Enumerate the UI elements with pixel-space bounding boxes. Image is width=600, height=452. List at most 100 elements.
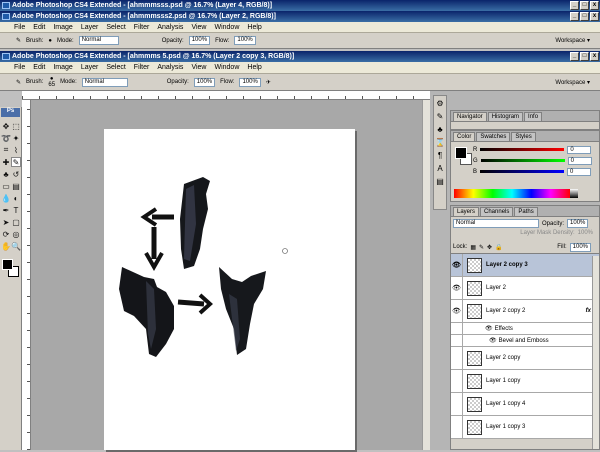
menu-window[interactable]: Window xyxy=(214,64,239,71)
menu-image[interactable]: Image xyxy=(53,24,72,31)
marquee-tool-icon[interactable]: ⬚ xyxy=(11,121,21,131)
tab-histogram[interactable]: Histogram xyxy=(487,112,524,121)
history-panel-icon[interactable]: ⌛ xyxy=(435,138,445,147)
red-slider[interactable] xyxy=(480,148,565,151)
brush-tool-icon[interactable]: ✎ xyxy=(16,37,21,44)
layer-row[interactable]: Layer 2 copy xyxy=(451,346,599,370)
menu-image[interactable]: Image xyxy=(53,64,72,71)
eye-toggle-empty[interactable] xyxy=(451,346,463,370)
menu-filter[interactable]: Filter xyxy=(134,64,150,71)
layer-row[interactable]: Layer 1 copy xyxy=(451,369,599,393)
close-button[interactable]: x xyxy=(590,52,599,61)
layer-row[interactable]: Layer 1 copy 3 xyxy=(451,415,599,439)
menu-analysis[interactable]: Analysis xyxy=(157,24,183,31)
opacity-field[interactable]: 100% xyxy=(193,77,216,87)
lock-transparency-icon[interactable]: ▦ xyxy=(470,244,476,251)
bevel-emboss-row[interactable]: 👁 Bevel and Emboss xyxy=(451,334,599,347)
tab-info[interactable]: Info xyxy=(524,112,543,121)
menu-file[interactable]: File xyxy=(14,64,25,71)
menu-view[interactable]: View xyxy=(191,24,206,31)
path-select-icon[interactable]: ➤ xyxy=(1,217,11,227)
paragraph-icon[interactable]: ¶ xyxy=(438,151,442,160)
dodge-tool-icon[interactable]: ◐ xyxy=(11,193,21,203)
color-panel-foreground[interactable] xyxy=(455,147,467,159)
close-button[interactable]: x xyxy=(590,12,599,21)
eye-icon[interactable]: 👁 xyxy=(451,276,463,300)
character-icon[interactable]: A xyxy=(437,164,442,173)
3d-orbit-icon[interactable]: ◎ xyxy=(11,229,21,239)
effects-eye-icon[interactable]: 👁 xyxy=(485,325,493,332)
opacity-field[interactable]: 100% xyxy=(188,36,211,45)
hand-tool-icon[interactable]: ✋ xyxy=(1,241,11,251)
grayscale-ramp[interactable] xyxy=(570,189,578,198)
layer-row[interactable]: 👁 Layer 2 xyxy=(451,276,599,300)
clone-stamp-icon[interactable]: ♣ xyxy=(1,169,11,179)
close-button[interactable]: x xyxy=(590,1,599,10)
tab-color[interactable]: Color xyxy=(453,132,476,141)
document-scrollbar[interactable] xyxy=(422,100,430,450)
menu-select[interactable]: Select xyxy=(106,64,125,71)
menu-help[interactable]: Help xyxy=(247,64,261,71)
workspace-button[interactable]: Workspace ▾ xyxy=(555,37,590,44)
menu-layer[interactable]: Layer xyxy=(81,64,99,71)
effects-row[interactable]: 👁 Effects xyxy=(451,322,599,335)
menu-edit[interactable]: Edit xyxy=(33,64,45,71)
image-canvas[interactable] xyxy=(104,129,355,450)
lock-position-icon[interactable]: ✥ xyxy=(487,244,492,251)
tab-styles[interactable]: Styles xyxy=(511,132,536,141)
menu-analysis[interactable]: Analysis xyxy=(157,64,183,71)
brush-preset-icon[interactable]: ● xyxy=(48,38,52,44)
fx-icon[interactable]: fx xyxy=(586,308,591,314)
brush-tool-icon[interactable]: ✎ xyxy=(16,79,21,86)
color-spectrum-ramp[interactable] xyxy=(454,189,570,198)
menu-select[interactable]: Select xyxy=(106,24,125,31)
layers-scrollbar[interactable] xyxy=(592,256,599,449)
flow-field[interactable]: 100% xyxy=(234,36,256,45)
mode-select[interactable]: Normal xyxy=(81,77,128,87)
green-value-field[interactable]: 0 xyxy=(567,156,592,165)
move-tool-icon[interactable]: ✥ xyxy=(1,121,11,131)
layer-opacity-field[interactable]: 100% xyxy=(567,219,589,228)
clone-source-icon[interactable]: ♣ xyxy=(437,125,442,134)
eraser-tool-icon[interactable]: ▭ xyxy=(1,181,11,191)
3d-rotate-icon[interactable]: ⟳ xyxy=(1,229,11,239)
brush-preset-picker[interactable]: ● 65 xyxy=(48,76,55,88)
eye-toggle-empty[interactable] xyxy=(451,369,463,393)
blue-value-field[interactable]: 0 xyxy=(567,167,592,176)
red-value-field[interactable]: 0 xyxy=(567,145,592,154)
eye-toggle-empty[interactable] xyxy=(451,392,463,416)
brush-tool-icon[interactable]: ✎ xyxy=(11,157,21,167)
menu-file[interactable]: File xyxy=(14,24,25,31)
eye-icon[interactable]: 👁 xyxy=(451,253,463,277)
foreground-color[interactable] xyxy=(2,259,13,270)
tab-navigator[interactable]: Navigator xyxy=(453,112,487,121)
minimize-button[interactable]: _ xyxy=(570,12,579,21)
lasso-tool-icon[interactable]: ➰ xyxy=(1,133,11,143)
tab-layers[interactable]: Layers xyxy=(453,207,480,216)
maximize-button[interactable]: □ xyxy=(580,52,589,61)
blue-slider[interactable] xyxy=(480,170,565,173)
minimize-button[interactable]: _ xyxy=(570,52,579,61)
type-tool-icon[interactable]: T xyxy=(11,205,21,215)
eye-icon[interactable]: 👁 xyxy=(451,299,463,323)
bevel-eye-icon[interactable]: 👁 xyxy=(489,337,497,344)
layer-comps-icon[interactable]: ▤ xyxy=(436,177,444,186)
lock-all-icon[interactable]: 🔒 xyxy=(495,244,502,251)
maximize-button[interactable]: □ xyxy=(580,12,589,21)
eyedropper-icon[interactable]: ⌇ xyxy=(11,145,21,155)
layer-row[interactable]: 👁 Layer 2 copy 2 fx xyxy=(451,299,599,323)
airbrush-icon[interactable]: ✈ xyxy=(266,79,271,86)
menu-filter[interactable]: Filter xyxy=(134,24,150,31)
workspace-button[interactable]: Workspace ▾ xyxy=(555,79,590,86)
menu-edit[interactable]: Edit xyxy=(33,24,45,31)
magic-wand-icon[interactable]: ✦ xyxy=(11,133,21,143)
menu-help[interactable]: Help xyxy=(247,24,261,31)
fill-field[interactable]: 100% xyxy=(569,242,591,252)
flow-field[interactable]: 100% xyxy=(239,77,261,87)
lock-pixels-icon[interactable]: ✎ xyxy=(479,244,484,251)
menu-view[interactable]: View xyxy=(191,64,206,71)
pen-tool-icon[interactable]: ✒ xyxy=(1,205,11,215)
maximize-button[interactable]: □ xyxy=(580,1,589,10)
crop-tool-icon[interactable]: ⌗ xyxy=(1,145,11,155)
blur-tool-icon[interactable]: 💧 xyxy=(1,193,11,203)
